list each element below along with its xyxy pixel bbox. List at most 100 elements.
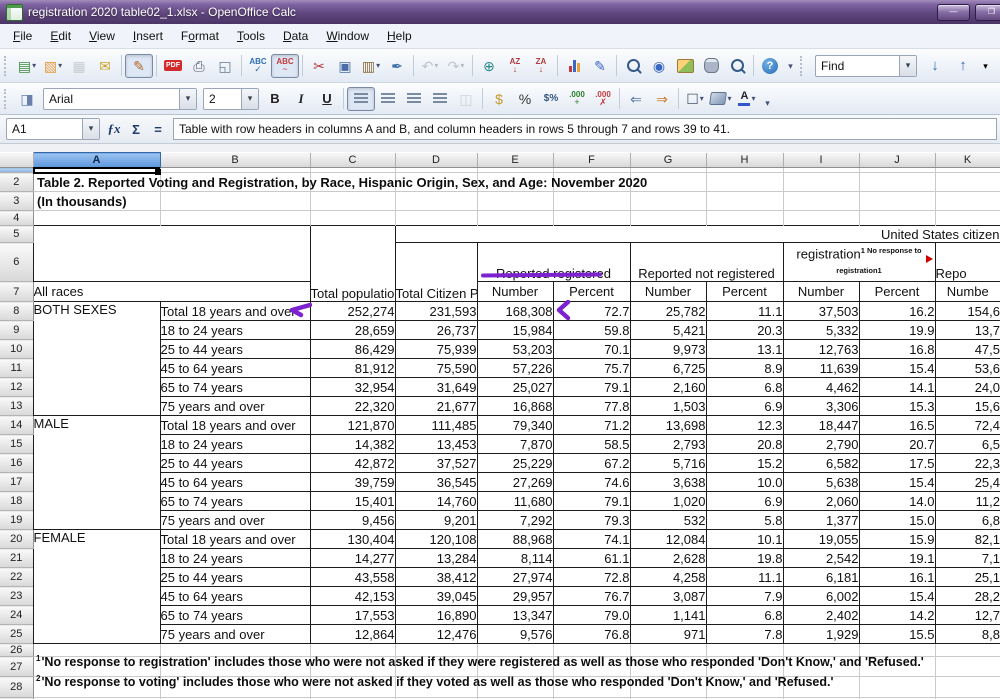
value-cell[interactable]: 6,582 xyxy=(783,454,859,473)
decrease-indent-button[interactable]: ⇐ xyxy=(623,87,649,111)
value-cell[interactable]: 6.8 xyxy=(706,378,783,397)
align-left-button[interactable] xyxy=(347,87,375,111)
row-header[interactable]: 21 xyxy=(0,549,33,568)
value-cell[interactable]: 74.1 xyxy=(553,530,630,549)
value-cell[interactable]: 58.5 xyxy=(553,435,630,454)
subheader-number[interactable]: Number xyxy=(630,282,706,302)
row-header[interactable]: 18 xyxy=(0,492,33,511)
formula-button[interactable]: = xyxy=(147,122,169,137)
row-header[interactable]: 2 xyxy=(0,173,33,192)
empty-cell[interactable] xyxy=(395,211,477,226)
value-cell[interactable]: 57,226 xyxy=(477,359,553,378)
column-header-b[interactable]: B xyxy=(160,153,310,168)
section-label[interactable]: FEMALE xyxy=(33,530,160,644)
subheader-number[interactable]: Number xyxy=(783,282,859,302)
header-empty-cell[interactable] xyxy=(33,226,310,282)
value-cell[interactable]: 72,4 xyxy=(935,416,1000,435)
empty-cell[interactable] xyxy=(935,677,1000,698)
help-button[interactable]: ? xyxy=(757,54,783,78)
subheader-percent[interactable]: Percent xyxy=(706,282,783,302)
row-header[interactable]: 7 xyxy=(0,282,33,302)
column-header-a[interactable]: A xyxy=(33,153,160,168)
value-cell[interactable]: 82,1 xyxy=(935,530,1000,549)
font-color-button-dropdown-icon[interactable]: ▾ xyxy=(751,94,755,103)
value-cell[interactable]: 15.9 xyxy=(859,530,935,549)
value-cell[interactable]: 74.6 xyxy=(553,473,630,492)
value-cell[interactable]: 76.7 xyxy=(553,587,630,606)
value-cell[interactable]: 15.5 xyxy=(859,625,935,644)
row-header[interactable]: 22 xyxy=(0,568,33,587)
sort-descending-button[interactable]: ZA↓ xyxy=(528,54,554,78)
font-size-combo-value[interactable]: 2 xyxy=(204,92,241,106)
value-cell[interactable]: 16.5 xyxy=(859,416,935,435)
underline-button[interactable]: U xyxy=(314,87,340,111)
row-header[interactable]: 15 xyxy=(0,435,33,454)
age-group-cell[interactable]: 18 to 24 years xyxy=(160,549,310,568)
empty-cell[interactable] xyxy=(783,192,859,211)
citizen-population-header[interactable]: Total Citizen Population xyxy=(395,243,477,302)
all-races-label[interactable]: All races xyxy=(33,282,310,302)
value-cell[interactable]: 20.7 xyxy=(859,435,935,454)
value-cell[interactable]: 3,087 xyxy=(630,587,706,606)
empty-cell[interactable] xyxy=(477,192,553,211)
select-all-corner[interactable] xyxy=(0,153,33,168)
empty-cell[interactable] xyxy=(706,192,783,211)
value-cell[interactable]: 81,912 xyxy=(310,359,395,378)
value-cell[interactable]: 43,558 xyxy=(310,568,395,587)
value-cell[interactable]: 971 xyxy=(630,625,706,644)
value-cell[interactable]: 17.5 xyxy=(859,454,935,473)
empty-cell[interactable] xyxy=(706,211,783,226)
value-cell[interactable]: 14.0 xyxy=(859,492,935,511)
background-color-button-dropdown-icon[interactable]: ▾ xyxy=(727,94,731,103)
value-cell[interactable]: 53,6 xyxy=(935,359,1000,378)
page-preview-button[interactable]: ◱ xyxy=(212,54,238,78)
redo-button-dropdown-icon[interactable]: ▾ xyxy=(460,61,464,70)
empty-cell[interactable] xyxy=(310,211,395,226)
value-cell[interactable]: 10.1 xyxy=(706,530,783,549)
menu-file[interactable]: File xyxy=(4,25,41,47)
us-citizen-header[interactable]: United States citizen xyxy=(395,226,1000,243)
age-group-cell[interactable]: 75 years and over xyxy=(160,397,310,416)
value-cell[interactable]: 16,868 xyxy=(477,397,553,416)
open-button-dropdown-icon[interactable]: ▾ xyxy=(58,61,62,70)
value-cell[interactable]: 15,6 xyxy=(935,397,1000,416)
value-cell[interactable]: 2,793 xyxy=(630,435,706,454)
cell-reference[interactable]: A1 xyxy=(7,122,82,136)
bold-button[interactable]: B xyxy=(262,87,288,111)
value-cell[interactable]: 120,108 xyxy=(395,530,477,549)
value-cell[interactable]: 39,759 xyxy=(310,473,395,492)
styles-button[interactable]: ◨ xyxy=(14,87,40,111)
value-cell[interactable]: 86,429 xyxy=(310,340,395,359)
value-cell[interactable]: 1,929 xyxy=(783,625,859,644)
empty-cell[interactable] xyxy=(310,192,395,211)
value-cell[interactable]: 12,763 xyxy=(783,340,859,359)
clone-formatting-button[interactable]: ✒ xyxy=(384,54,410,78)
empty-cell[interactable] xyxy=(553,192,630,211)
menu-edit[interactable]: Edit xyxy=(41,25,80,47)
value-cell[interactable]: 47,5 xyxy=(935,340,1000,359)
value-cell[interactable]: 14,277 xyxy=(310,549,395,568)
font-name-combo[interactable]: Arial▾ xyxy=(43,88,197,110)
age-group-cell[interactable]: 18 to 24 years xyxy=(160,435,310,454)
value-cell[interactable]: 111,485 xyxy=(395,416,477,435)
value-cell[interactable]: 14.2 xyxy=(859,606,935,625)
value-cell[interactable]: 75,939 xyxy=(395,340,477,359)
standard-format-button[interactable]: $% xyxy=(538,87,564,111)
find-previous-button[interactable]: ↑ xyxy=(950,54,976,78)
row-header[interactable]: 6 xyxy=(0,243,33,282)
value-cell[interactable]: 15.0 xyxy=(859,511,935,530)
insert-chart-button[interactable] xyxy=(561,54,587,78)
value-cell[interactable]: 5,332 xyxy=(783,321,859,340)
empty-cell[interactable] xyxy=(859,192,935,211)
subheader-percent[interactable]: Percent xyxy=(859,282,935,302)
undo-button-dropdown-icon[interactable]: ▾ xyxy=(434,61,438,70)
gallery-button[interactable] xyxy=(672,54,698,78)
value-cell[interactable]: 8,114 xyxy=(477,549,553,568)
no-response-registration-header[interactable]: registration1 No response toregistration… xyxy=(783,243,935,282)
value-cell[interactable]: 19.9 xyxy=(859,321,935,340)
open-button[interactable]: ▧▾ xyxy=(40,54,66,78)
value-cell[interactable]: 8.9 xyxy=(706,359,783,378)
value-cell[interactable]: 25,027 xyxy=(477,378,553,397)
value-cell[interactable]: 15.4 xyxy=(859,587,935,606)
column-header-j[interactable]: J xyxy=(859,153,935,168)
